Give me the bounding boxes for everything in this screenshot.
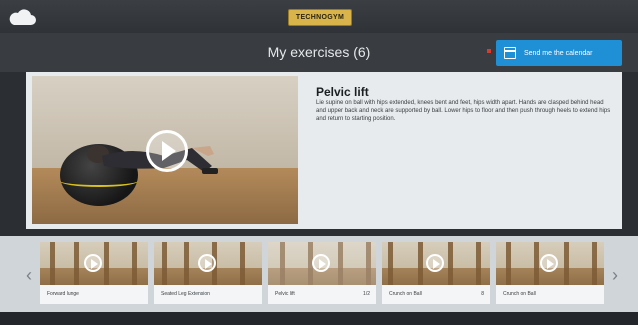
thumbnail-play-icon xyxy=(312,254,330,272)
cloud-icon[interactable] xyxy=(7,7,37,27)
notification-dot xyxy=(487,49,491,53)
thumbnail-label: Pelvic lift xyxy=(275,291,295,297)
carousel-prev-arrow-icon[interactable]: ‹ xyxy=(23,264,35,286)
thumbnail-play-icon xyxy=(198,254,216,272)
exercise-description: Lie supine on ball with hips extended, k… xyxy=(316,100,611,122)
thumbnail-label: Crunch on Ball xyxy=(389,291,422,297)
thumbnail-number: 8 xyxy=(481,291,484,297)
thumbnail-play-icon xyxy=(84,254,102,272)
calendar-icon xyxy=(504,47,516,59)
thumbnail-number: 1/2 xyxy=(363,291,370,297)
carousel-next-arrow-icon[interactable]: › xyxy=(609,264,621,286)
exercise-title: Pelvic lift xyxy=(316,85,369,99)
bottom-bar xyxy=(0,312,638,325)
send-calendar-label: Send me the calendar xyxy=(524,49,593,57)
exercise-thumbnail[interactable]: Forward lunge xyxy=(40,242,148,304)
thumbnail-label: Forward lunge xyxy=(47,291,79,297)
exercise-thumbnail-active[interactable]: Pelvic lift 1/2 xyxy=(268,242,376,304)
brand-logo: TECHNOGYM xyxy=(288,9,352,26)
exercise-thumbnail[interactable]: Crunch on Ball xyxy=(496,242,604,304)
thumbnail-play-icon xyxy=(426,254,444,272)
exercise-thumbnail[interactable]: Seated Leg Extension xyxy=(154,242,262,304)
send-calendar-button[interactable]: Send me the calendar xyxy=(496,40,622,66)
exercise-thumbnail[interactable]: Crunch on Ball 8 xyxy=(382,242,490,304)
thumbnail-play-icon xyxy=(540,254,558,272)
thumbnail-label: Crunch on Ball xyxy=(503,291,536,297)
play-button[interactable] xyxy=(146,130,188,172)
top-bar: TECHNOGYM xyxy=(0,0,638,33)
thumbnail-label: Seated Leg Extension xyxy=(161,291,210,297)
